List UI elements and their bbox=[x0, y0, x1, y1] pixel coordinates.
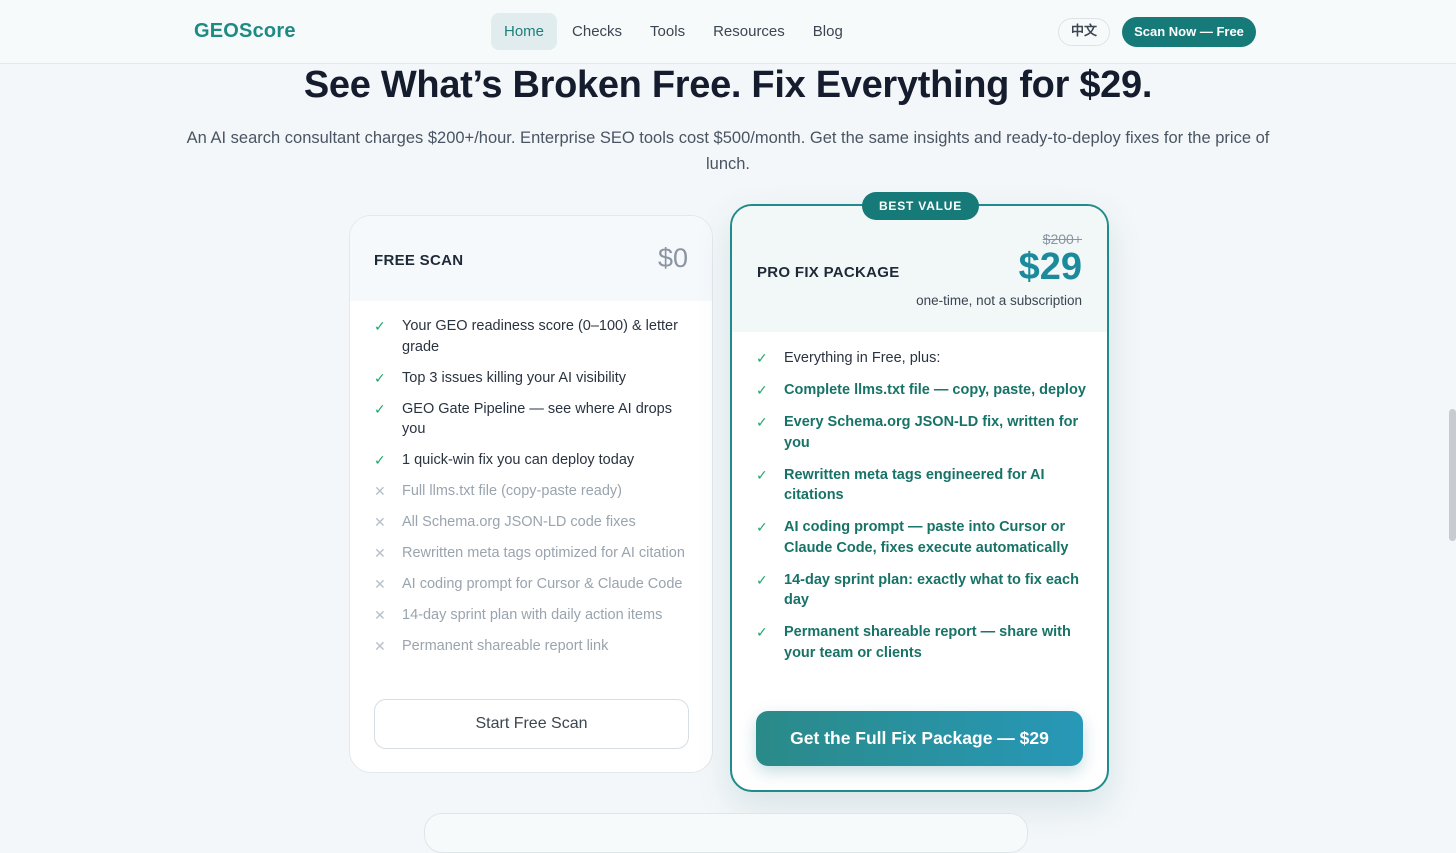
feature-item: ✓ 1 quick-win fix you can deploy today bbox=[374, 450, 690, 471]
check-icon: ✓ bbox=[374, 369, 386, 386]
check-icon: ✓ bbox=[756, 519, 768, 535]
language-toggle-button[interactable]: 中文 bbox=[1058, 18, 1110, 46]
plan-name: PRO FIX PACKAGE bbox=[757, 264, 900, 281]
feature-item: ✓ AI coding prompt — paste into Cursor or… bbox=[756, 517, 1086, 558]
feature-item: ✓ Complete llms.txt file — copy, paste, d… bbox=[756, 380, 1086, 401]
original-price: $200+ bbox=[1042, 231, 1082, 247]
logo[interactable]: GEOScore bbox=[194, 20, 296, 43]
pro-plan-card: PRO FIX PACKAGE $200+ $29 one-time, not … bbox=[730, 192, 1109, 792]
feature-item: ✓ Every Schema.org JSON-LD fix, written f… bbox=[756, 412, 1086, 453]
plan-name: FREE SCAN bbox=[374, 252, 464, 269]
feature-item: ✓ Top 3 issues killing your AI visibility bbox=[374, 368, 690, 389]
feature-item: ✓ Everything in Free, plus: bbox=[756, 348, 1086, 369]
scan-now-button[interactable]: Scan Now — Free bbox=[1122, 17, 1256, 47]
feature-text: GEO Gate Pipeline — see where AI drops y… bbox=[402, 400, 672, 438]
feature-text: 1 quick-win fix you can deploy today bbox=[402, 452, 635, 468]
feature-text: Every Schema.org JSON-LD fix, written fo… bbox=[784, 414, 1079, 451]
cross-icon: ✕ bbox=[374, 638, 386, 654]
cross-icon: ✕ bbox=[374, 545, 386, 561]
feature-item: ✕ Rewritten meta tags optimized for AI ci… bbox=[374, 543, 690, 564]
feature-text: Permanent shareable report link bbox=[402, 638, 609, 654]
nav-links: Home Checks Tools Resources Blog bbox=[491, 13, 856, 50]
price-note: one-time, not a subscription bbox=[916, 293, 1082, 308]
pro-feature-list: ✓ Everything in Free, plus: ✓ Complete llms… bbox=[756, 348, 1086, 675]
check-icon: ✓ bbox=[374, 400, 386, 417]
feature-item: ✓ Permanent shareable report — share with… bbox=[756, 622, 1086, 663]
feature-item: ✕ Full llms.txt file (copy-paste ready) bbox=[374, 481, 690, 502]
feature-item: ✓ Your GEO readiness score (0–100) & lett… bbox=[374, 316, 690, 357]
nav-link-tools[interactable]: Tools bbox=[637, 13, 698, 50]
feature-text: 14-day sprint plan with daily action ite… bbox=[402, 607, 663, 623]
free-plan-header: FREE SCAN $0 bbox=[350, 216, 712, 301]
best-value-badge: BEST VALUE bbox=[862, 192, 979, 220]
feature-item: ✕ Permanent shareable report link bbox=[374, 636, 690, 657]
nav-link-resources[interactable]: Resources bbox=[700, 13, 798, 50]
cross-icon: ✕ bbox=[374, 607, 386, 623]
feature-text: Full llms.txt file (copy-paste ready) bbox=[402, 483, 622, 499]
check-icon: ✓ bbox=[756, 624, 768, 640]
start-free-scan-button[interactable]: Start Free Scan bbox=[374, 699, 689, 749]
cross-icon: ✕ bbox=[374, 514, 386, 530]
check-icon: ✓ bbox=[756, 350, 768, 366]
nav-link-home[interactable]: Home bbox=[491, 13, 558, 50]
check-icon: ✓ bbox=[756, 382, 768, 398]
free-feature-list: ✓ Your GEO readiness score (0–100) & lett… bbox=[374, 316, 690, 667]
plan-price: $0 bbox=[657, 243, 688, 273]
page-subtitle: An AI search consultant charges $200+/ho… bbox=[186, 129, 1270, 173]
feature-text: AI coding prompt for Cursor & Claude Cod… bbox=[402, 576, 683, 592]
feature-text: Permanent shareable report — share with … bbox=[784, 624, 1071, 661]
feature-text: Complete llms.txt file — copy, paste, de… bbox=[784, 382, 1086, 398]
check-icon: ✓ bbox=[756, 466, 768, 483]
feature-item: ✓ Rewritten meta tags engineered for AI c… bbox=[756, 465, 1086, 506]
feature-text: Rewritten meta tags optimized for AI cit… bbox=[402, 545, 685, 561]
feature-text: AI coding prompt — paste into Cursor or … bbox=[784, 519, 1069, 556]
feature-text: Your GEO readiness score (0–100) & lette… bbox=[402, 318, 678, 355]
feature-text: 14-day sprint plan: exactly what to fix … bbox=[784, 571, 1079, 609]
nav-link-checks[interactable]: Checks bbox=[559, 13, 635, 50]
next-section-card bbox=[424, 813, 1028, 853]
check-icon: ✓ bbox=[756, 571, 768, 588]
feature-text: All Schema.org JSON-LD code fixes bbox=[402, 514, 636, 530]
feature-text: Everything in Free, plus: bbox=[784, 350, 941, 366]
feature-item: ✕ AI coding prompt for Cursor & Claude Co… bbox=[374, 574, 690, 595]
nav-link-blog[interactable]: Blog bbox=[800, 13, 856, 50]
cross-icon: ✕ bbox=[374, 576, 386, 592]
plan-price: $29 bbox=[1018, 246, 1082, 288]
free-plan-card: FREE SCAN $0 ✓ Your GEO readiness score (… bbox=[349, 215, 713, 773]
check-icon: ✓ bbox=[374, 318, 386, 334]
feature-text: Rewritten meta tags engineered for AI ci… bbox=[784, 466, 1045, 504]
feature-item: ✓ GEO Gate Pipeline — see where AI drops … bbox=[374, 399, 690, 440]
feature-item: ✕ All Schema.org JSON-LD code fixes bbox=[374, 512, 690, 533]
feature-item: ✓ 14-day sprint plan: exactly what to fix… bbox=[756, 570, 1086, 611]
cross-icon: ✕ bbox=[374, 483, 386, 499]
page-title: See What’s Broken Free. Fix Everything f… bbox=[303, 64, 1153, 106]
feature-item: ✕ 14-day sprint plan with daily action it… bbox=[374, 605, 690, 626]
top-nav: GEOScore Home Checks Tools Resources Blo… bbox=[0, 0, 1456, 64]
check-icon: ✓ bbox=[756, 414, 768, 430]
pro-plan-header: PRO FIX PACKAGE $200+ $29 one-time, not … bbox=[732, 206, 1107, 332]
check-icon: ✓ bbox=[374, 452, 386, 468]
get-full-fix-package-button[interactable]: Get the Full Fix Package — $29 bbox=[756, 711, 1083, 766]
feature-text: Top 3 issues killing your AI visibility bbox=[402, 369, 627, 386]
scrollbar-thumb[interactable] bbox=[1449, 409, 1456, 541]
